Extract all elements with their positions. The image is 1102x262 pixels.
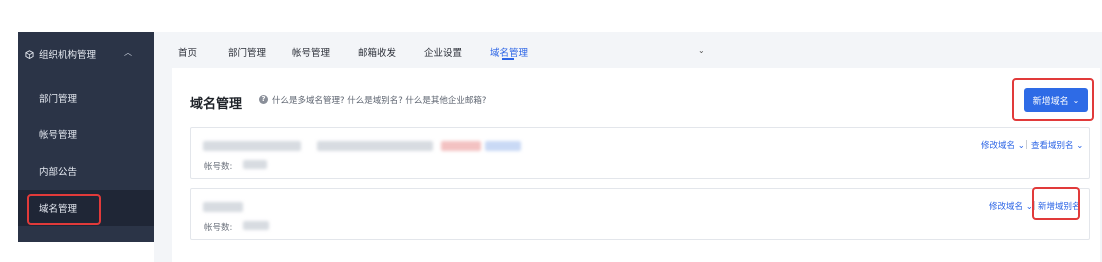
sidebar-group-label: 组织机构管理 <box>39 50 97 61</box>
tab-home[interactable]: 首页 <box>178 45 197 59</box>
chevron-down-icon: ⌄ <box>1017 141 1025 151</box>
account-count-label: 帐号数: <box>204 162 233 172</box>
edit-domain-link[interactable]: 修改域名 ⌄ <box>989 200 1033 212</box>
divider <box>1026 140 1027 149</box>
active-tab-indicator <box>502 58 514 60</box>
sidebar-item-label: 帐号管理 <box>39 130 78 141</box>
help-icon: ? <box>259 95 268 104</box>
domain-card: 域名管理 ? 什么是多域名管理? 什么是域别名? 什么是其他企业邮箱? 新增域名… <box>172 68 1100 262</box>
redacted-badge <box>441 141 481 151</box>
chevron-down-icon: ⌄ <box>1076 141 1084 151</box>
edit-domain-link[interactable]: 修改域名 ⌄ <box>981 139 1025 151</box>
view-alias-label: 查看域别名 <box>1031 141 1074 151</box>
sidebar-item-label: 部门管理 <box>39 94 78 105</box>
sidebar-item-departments[interactable]: 部门管理 <box>18 80 154 116</box>
tab-accounts[interactable]: 帐号管理 <box>292 45 330 59</box>
page-title: 域名管理 <box>190 97 243 112</box>
redacted-count <box>243 160 267 169</box>
redacted-domain <box>203 202 243 212</box>
cube-icon <box>25 49 34 59</box>
edit-domain-label: 修改域名 <box>989 202 1024 212</box>
redacted-domain <box>203 141 301 151</box>
redacted-count <box>243 221 269 230</box>
main-content: 首页 部门管理 帐号管理 邮箱收发 企业设置 域名管理 ⌄ 域名管理 ? 什么是… <box>154 32 1102 262</box>
domain-row: 帐号数: 修改域名 ⌄ 新增域别名 <box>190 188 1090 240</box>
highlight-box-add-domain <box>1012 78 1094 121</box>
domain-row: 帐号数: 修改域名 ⌄ 查看域别名 ⌄ <box>190 127 1090 179</box>
sidebar-group-org[interactable]: 组织机构管理 ︿ <box>18 32 154 76</box>
help-links[interactable]: 什么是多域名管理? 什么是域别名? 什么是其他企业邮箱? <box>272 94 486 106</box>
chevron-down-icon[interactable]: ⌄ <box>698 46 705 55</box>
tab-mail[interactable]: 邮箱收发 <box>358 45 396 59</box>
tab-enterprise-settings[interactable]: 企业设置 <box>424 45 462 59</box>
chevron-up-icon: ︿ <box>124 48 132 57</box>
redacted-badge <box>485 141 521 151</box>
tab-domains[interactable]: 域名管理 <box>490 45 528 59</box>
edit-domain-label: 修改域名 <box>981 141 1016 151</box>
tab-departments[interactable]: 部门管理 <box>228 45 266 59</box>
highlight-box-sidebar <box>27 194 101 225</box>
sidebar-item-announcements[interactable]: 内部公告 <box>18 153 154 189</box>
view-alias-link[interactable]: 查看域别名 ⌄ <box>1031 139 1083 151</box>
sidebar-item-label: 内部公告 <box>39 167 78 178</box>
sidebar: 组织机构管理 ︿ 部门管理 帐号管理 内部公告 域名管理 <box>18 32 154 242</box>
top-tab-bar: 首页 部门管理 帐号管理 邮箱收发 企业设置 域名管理 ⌄ <box>154 32 1102 64</box>
redacted-domain <box>317 141 433 151</box>
account-count-label: 帐号数: <box>204 223 233 233</box>
highlight-box-add-alias <box>1032 187 1080 220</box>
sidebar-item-accounts[interactable]: 帐号管理 <box>18 116 154 152</box>
